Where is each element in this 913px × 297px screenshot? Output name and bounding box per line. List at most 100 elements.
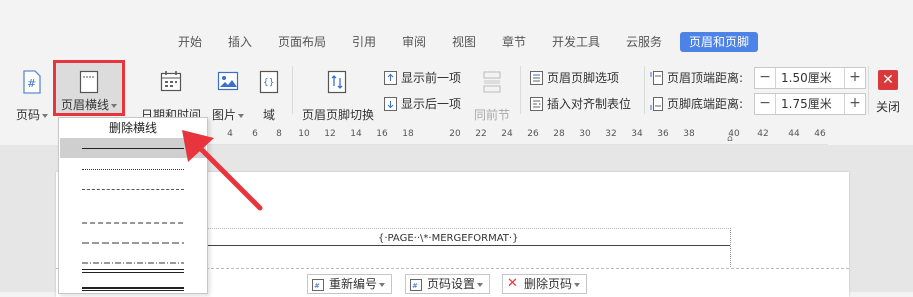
ruler-tick-label: 16 — [376, 129, 388, 139]
insert-alignment-tab-button[interactable]: 插入对齐制表位 — [530, 95, 631, 113]
header-top-distance-label-wrap: 页眉顶端距离: — [650, 69, 743, 87]
header-footer-options-button[interactable]: 页眉页脚选项 — [530, 69, 619, 87]
ruler-tick-label: 42 — [757, 129, 769, 139]
page-number-button[interactable]: # 页码 — [10, 66, 54, 122]
line-sample — [82, 169, 184, 170]
close-icon: ✕ — [882, 72, 894, 88]
ruler-tick-label: 34 — [631, 129, 643, 139]
line-sample — [82, 287, 184, 291]
horizontal-ruler[interactable]: 4 6 8 10 12 14 16 18 20 22 24 26 28 30 3… — [206, 126, 828, 145]
line-style-double[interactable] — [60, 259, 206, 279]
close-header-footer-button[interactable]: ✕ — [878, 70, 898, 90]
pointer-arrow-icon — [182, 130, 263, 211]
delete-page-number-label: 删除页码 — [524, 277, 573, 291]
options-icon — [530, 70, 543, 85]
tab-review[interactable]: 审阅 — [402, 33, 426, 51]
field-icon: {} — [259, 70, 279, 97]
line-style-thick-thin[interactable] — [60, 277, 206, 297]
ruler-tick-label: 20 — [449, 129, 461, 139]
header-footer-options-label: 页眉页脚选项 — [547, 71, 620, 85]
field-button[interactable]: {} 域 — [255, 66, 283, 122]
svg-text:#: # — [314, 282, 320, 290]
decrease-button[interactable]: − — [755, 94, 776, 114]
picture-button[interactable]: 图片 — [209, 66, 247, 122]
tab-stop-icon — [530, 96, 543, 111]
switch-icon — [327, 70, 347, 97]
insert-alignment-tab-label: 插入对齐制表位 — [547, 97, 632, 111]
ruler-tick-label: 46 — [814, 129, 826, 139]
field-label: 域 — [262, 108, 275, 122]
tab-page-layout[interactable]: 页面布局 — [278, 33, 326, 51]
delete-page-number-button[interactable]: ✕ 删除页码 — [502, 274, 588, 294]
header-top-distance-value[interactable]: 1.50厘米 — [781, 69, 832, 87]
ruler-tick-label: 14 — [350, 129, 362, 139]
previous-page-icon — [384, 70, 397, 85]
renumber-label: 重新编号 — [329, 277, 378, 291]
line-sample — [82, 148, 184, 149]
page-number-settings-label: 页码设置 — [427, 277, 476, 291]
chevron-down-icon — [379, 282, 386, 287]
tab-developer[interactable]: 开发工具 — [552, 33, 600, 51]
tab-view[interactable]: 视图 — [452, 33, 476, 51]
delete-icon: ✕ — [507, 275, 518, 291]
renumber-button[interactable]: # 重新编号 — [307, 274, 393, 294]
calendar-icon — [160, 70, 182, 95]
show-previous-button[interactable]: 显示前一项 — [384, 69, 461, 87]
svg-text:{}: {} — [263, 78, 274, 88]
page-number-label: 页码 — [15, 108, 40, 122]
footer-bottom-distance-label-wrap: 页脚底端距离: — [650, 95, 743, 113]
show-previous-label: 显示前一项 — [401, 71, 462, 85]
page-field-code[interactable]: {·PAGE··\*·MERGEFORMAT·} — [378, 233, 518, 244]
header-footer-switch-button[interactable]: 页眉页脚切换 — [298, 66, 378, 122]
close-label: 关闭 — [876, 100, 901, 114]
chevron-down-icon — [42, 113, 48, 118]
tab-cloud[interactable]: 云服务 — [626, 33, 662, 51]
line-sample — [82, 269, 184, 273]
ruler-tick-label: 18 — [402, 129, 414, 139]
line-style-dash-dot[interactable] — [60, 239, 206, 264]
decrease-button[interactable]: − — [755, 68, 776, 88]
page-number-settings-button[interactable]: # 页码设置 — [405, 274, 491, 294]
tab-references[interactable]: 引用 — [352, 33, 376, 51]
tab-start[interactable]: 开始 — [178, 33, 202, 51]
next-page-icon — [384, 96, 397, 111]
tab-chapter[interactable]: 章节 — [502, 33, 526, 51]
tab-header-footer[interactable]: 页眉和页脚 — [680, 32, 759, 52]
header-top-distance-stepper[interactable]: − 1.50厘米 + — [754, 67, 866, 89]
show-next-button[interactable]: 显示后一项 — [384, 95, 461, 113]
chevron-down-icon — [574, 282, 581, 287]
increase-button[interactable]: + — [844, 68, 865, 88]
indent-marker-icon[interactable]: ⌂ — [727, 134, 733, 144]
divider — [644, 66, 645, 114]
ruler-tick-label: 36 — [657, 129, 669, 139]
link-previous-icon — [482, 70, 502, 97]
date-time-button[interactable]: 日期和时间 — [140, 66, 202, 122]
footer-bottom-distance-value[interactable]: 1.75厘米 — [781, 95, 832, 113]
highlight-box — [53, 60, 125, 116]
ruler-tick-label: 28 — [553, 129, 565, 139]
svg-text:#: # — [27, 77, 36, 90]
ruler-tick-label: 32 — [605, 129, 617, 139]
tab-insert[interactable]: 插入 — [228, 33, 252, 51]
ruler-tick-label: 12 — [324, 129, 336, 139]
increase-button[interactable]: + — [844, 94, 865, 114]
line-style-long-dash[interactable] — [60, 219, 206, 244]
picture-label: 图片 — [211, 108, 236, 122]
ruler-tick-label: 24 — [501, 129, 513, 139]
same-as-previous-label: 同前节 — [473, 108, 510, 122]
footer-bottom-distance-stepper[interactable]: − 1.75厘米 + — [754, 93, 866, 115]
footer-bottom-distance-label: 页脚底端距离: — [667, 97, 744, 111]
ruler-tick-label: 26 — [527, 129, 539, 139]
ruler-tick-label: 44 — [788, 129, 800, 139]
renumber-icon: # — [312, 278, 324, 291]
divider — [868, 66, 869, 114]
header-horizontal-line — [205, 245, 730, 246]
show-next-label: 显示后一项 — [401, 97, 462, 111]
svg-text:#: # — [412, 282, 418, 290]
chevron-down-icon — [477, 282, 484, 287]
ruler-tick-label: 38 — [683, 129, 695, 139]
settings-icon: # — [410, 278, 422, 291]
same-as-previous-button[interactable]: 同前节 — [472, 66, 512, 122]
divider — [520, 66, 521, 114]
header-distance-icon — [650, 70, 663, 85]
